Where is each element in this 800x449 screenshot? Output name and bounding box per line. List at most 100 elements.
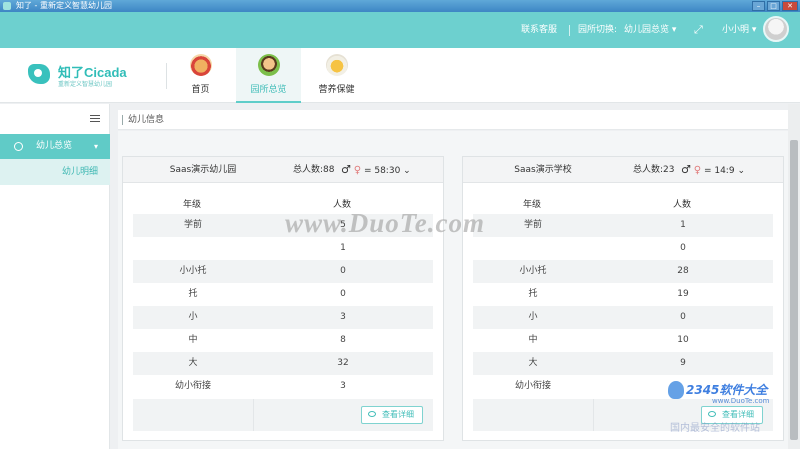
- card-footer: 查看详细: [133, 399, 433, 431]
- chevron-down-icon: ⌄: [737, 166, 745, 176]
- female-icon: ♀: [693, 165, 702, 176]
- grade-cell: 托: [188, 289, 198, 299]
- grade-cell: 小小托: [519, 266, 547, 276]
- card-header: Saas演示幼儿园 总人数:88 ♂ ♀ = 58:30 ⌄: [123, 157, 443, 183]
- close-button[interactable]: ✕: [782, 1, 798, 11]
- tab-home[interactable]: 首页: [168, 48, 233, 103]
- table-row: 小小托 0: [133, 260, 433, 283]
- count-cell: 32: [337, 358, 349, 368]
- count-cell: 10: [677, 335, 689, 345]
- window-title: 知了 - 重新定义智慧幼儿园: [16, 1, 112, 10]
- top-header: 联系客服 园所切换: 幼儿园总览 ▾ ⤢ 小小明 ▾: [0, 12, 800, 48]
- campus-switch-select[interactable]: 幼儿园总览 ▾: [624, 12, 676, 48]
- grade-cell: 托: [528, 289, 538, 299]
- window-controls: – □ ✕: [752, 1, 798, 11]
- table-row: 托0: [133, 283, 433, 306]
- divider: [593, 399, 594, 431]
- gender-ratio[interactable]: ♂ ♀ = 14:9 ⌄: [681, 157, 745, 184]
- breadcrumb-current: 幼儿信息: [128, 115, 165, 125]
- grade-cell: 小: [188, 312, 198, 322]
- count-cell: 0: [680, 312, 686, 322]
- count-cell: 3: [340, 312, 346, 322]
- table-row: 小小托 28: [473, 260, 773, 283]
- count-cell: 3: [340, 381, 346, 391]
- tab-label: 首页: [191, 85, 210, 95]
- total-count: 总人数:88: [293, 165, 335, 175]
- count-cell: 19: [677, 289, 689, 299]
- count-column-header: 人数: [673, 200, 692, 210]
- chevron-down-icon: ⌄: [403, 166, 411, 176]
- view-details-label: 查看详细: [382, 410, 414, 419]
- table-row: 0: [473, 237, 773, 260]
- campus-name: Saas演示学校: [514, 165, 572, 175]
- customer-service-link[interactable]: 联系客服: [521, 12, 557, 48]
- watermark: www.DuoTe.com: [285, 208, 486, 238]
- logo-slogan: 重新定义智慧幼儿园: [58, 81, 113, 88]
- watermark-brand: 2345软件大全: [686, 383, 768, 397]
- chevron-down-icon: ▾: [751, 25, 757, 35]
- table-row: 小0: [473, 306, 773, 329]
- count-cell: 1: [340, 243, 346, 253]
- grade-column-header: 年级: [183, 200, 202, 210]
- male-icon: ♂: [341, 163, 351, 176]
- avatar[interactable]: [763, 16, 789, 42]
- campus-name: Saas演示幼儿园: [169, 165, 237, 175]
- table-row: 幼小衔接 3: [133, 375, 433, 398]
- gender-ratio[interactable]: ♂ ♀ = 58:30 ⌄: [341, 157, 411, 184]
- grade-cell: 大: [528, 358, 538, 368]
- cicada-logo-icon: [28, 64, 50, 84]
- main-nav: 知了Cicada 重新定义智慧幼儿园 首页 园所总览 营养保健: [0, 48, 800, 103]
- grade-cell: 小: [528, 312, 538, 322]
- view-details-button[interactable]: 查看详细: [361, 406, 423, 424]
- tab-nutrition[interactable]: 营养保健: [304, 48, 369, 103]
- grade-cell: 幼小衔接: [174, 381, 211, 391]
- tab-campus-overview[interactable]: 园所总览: [236, 48, 301, 103]
- grade-cell: 学前: [183, 220, 202, 230]
- chevron-down-icon: ▾: [671, 25, 677, 35]
- count-cell: 9: [680, 358, 686, 368]
- campus-switch-label: 园所切换:: [578, 25, 618, 35]
- minimize-button[interactable]: –: [752, 1, 765, 11]
- logo: 知了Cicada 重新定义智慧幼儿园: [28, 62, 128, 90]
- female-icon: ♀: [353, 165, 362, 176]
- mascot-icon: [668, 381, 684, 399]
- sidebar-item-child-overview[interactable]: 幼儿总览 ▾: [0, 134, 110, 159]
- divider: [253, 399, 254, 431]
- campus-card: Saas演示幼儿园 总人数:88 ♂ ♀ = 58:30 ⌄ 年级 人数 学前 5…: [122, 156, 444, 441]
- eye-icon: [368, 411, 376, 417]
- card-header: Saas演示学校 总人数:23 ♂ ♀ = 14:9 ⌄: [463, 157, 783, 183]
- sidebar-item-label: 幼儿总览: [36, 141, 73, 151]
- count-cell: 28: [677, 266, 689, 276]
- grade-cell: 学前: [523, 220, 542, 230]
- child-avatar-icon: [258, 54, 280, 76]
- breadcrumb: 幼儿信息: [118, 110, 788, 130]
- table-row: 1: [133, 237, 433, 260]
- table-row: 学前 1: [473, 214, 773, 237]
- table-row: 大 32: [133, 352, 433, 375]
- user-name: 小小明: [722, 25, 750, 35]
- maximize-button[interactable]: □: [767, 1, 780, 11]
- count-cell: 8: [340, 335, 346, 345]
- menu-toggle-icon[interactable]: [90, 115, 100, 123]
- user-menu[interactable]: 小小明 ▾: [722, 12, 756, 48]
- count-cell: 0: [680, 243, 686, 253]
- tab-label: 园所总览: [250, 85, 287, 95]
- table-row: 中 10: [473, 329, 773, 352]
- count-cell: 1: [680, 220, 686, 230]
- ratio-value: = 58:30: [363, 166, 401, 176]
- table-row: 小3: [133, 306, 433, 329]
- sidebar: 幼儿总览 ▾ 幼儿明细: [0, 104, 110, 449]
- grade-column-header: 年级: [523, 200, 542, 210]
- watermark-badge: 2345软件大全 www.DuoTe.com 国内最安全的软件站: [668, 375, 800, 449]
- table-row: 托 19: [473, 283, 773, 306]
- grade-cell: 中: [528, 335, 538, 345]
- ratio-value: = 14:9: [703, 166, 735, 176]
- divider: [166, 63, 167, 89]
- count-cell: 0: [340, 266, 346, 276]
- table-row: 大9: [473, 352, 773, 375]
- sidebar-item-child-details[interactable]: 幼儿明细: [0, 159, 110, 185]
- tab-label: 营养保健: [318, 85, 355, 95]
- fullscreen-icon[interactable]: ⤢: [694, 12, 703, 48]
- chevron-down-icon: ▾: [93, 142, 98, 151]
- window-titlebar: 知了 - 重新定义智慧幼儿园 – □ ✕: [0, 0, 800, 12]
